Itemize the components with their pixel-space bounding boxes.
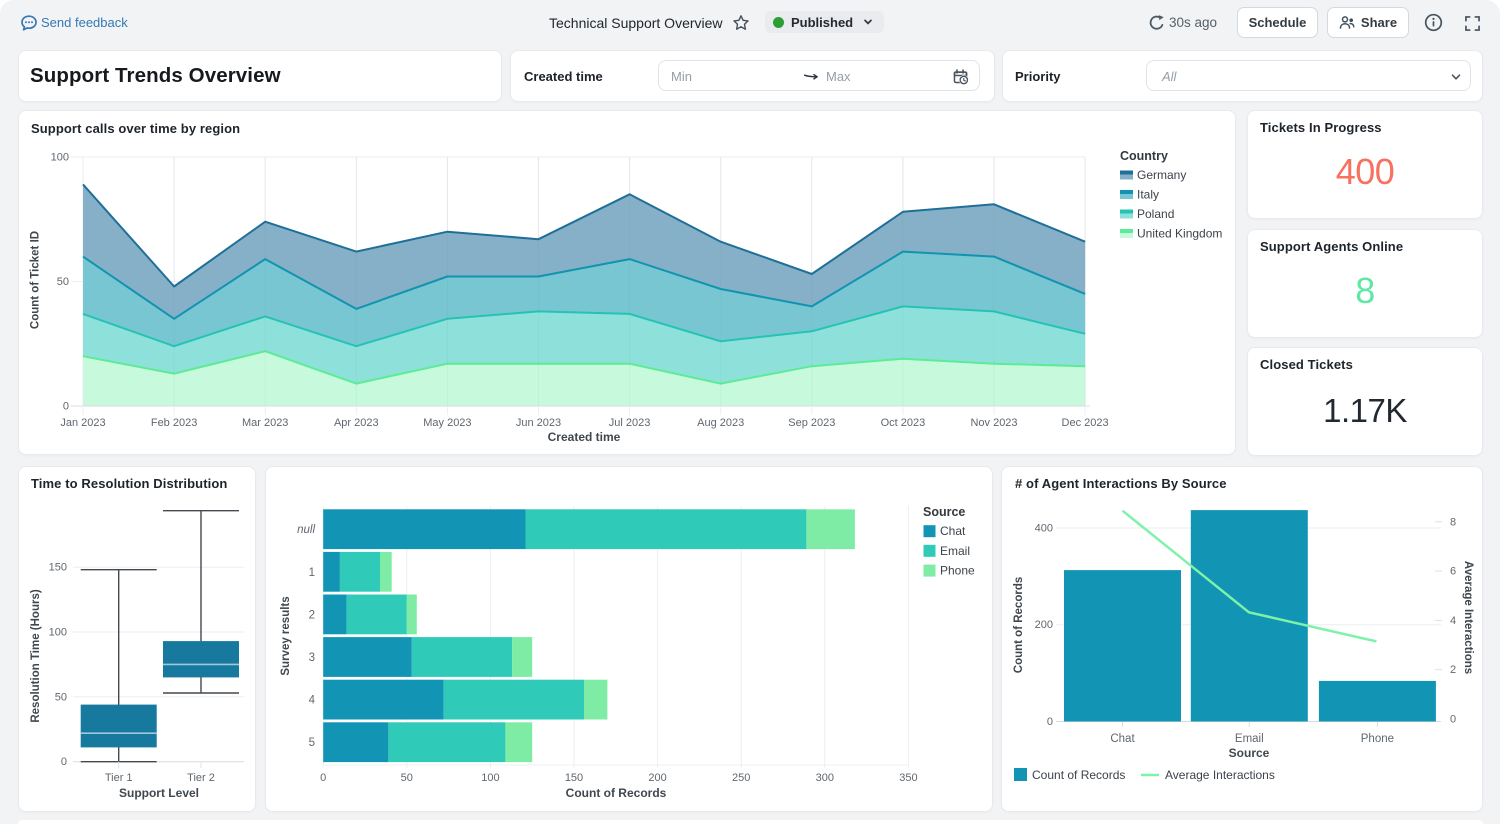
svg-text:0: 0 bbox=[1047, 716, 1053, 728]
svg-text:Tier 2: Tier 2 bbox=[187, 772, 215, 784]
svg-text:Created time: Created time bbox=[548, 430, 621, 444]
svg-text:Source: Source bbox=[1229, 746, 1270, 760]
svg-text:Phone: Phone bbox=[940, 564, 975, 578]
svg-text:100: 100 bbox=[481, 772, 499, 784]
svg-text:3: 3 bbox=[309, 652, 315, 664]
svg-text:Feb 2023: Feb 2023 bbox=[151, 417, 197, 429]
svg-text:Support Level: Support Level bbox=[119, 786, 199, 800]
svg-text:4: 4 bbox=[1450, 615, 1456, 627]
svg-text:250: 250 bbox=[732, 772, 750, 784]
svg-text:Apr 2023: Apr 2023 bbox=[334, 417, 379, 429]
svg-text:United Kingdom: United Kingdom bbox=[1137, 227, 1222, 241]
svg-text:0: 0 bbox=[320, 772, 326, 784]
svg-text:50: 50 bbox=[401, 772, 413, 784]
svg-text:4: 4 bbox=[309, 695, 316, 707]
svg-text:Jan 2023: Jan 2023 bbox=[60, 417, 105, 429]
svg-text:400: 400 bbox=[1035, 523, 1053, 535]
svg-text:0: 0 bbox=[61, 756, 67, 768]
svg-text:200: 200 bbox=[1035, 619, 1053, 631]
svg-text:6: 6 bbox=[1450, 566, 1456, 578]
svg-text:Aug 2023: Aug 2023 bbox=[697, 417, 744, 429]
svg-text:Dec 2023: Dec 2023 bbox=[1062, 417, 1109, 429]
svg-text:150: 150 bbox=[49, 562, 67, 574]
svg-text:150: 150 bbox=[565, 772, 583, 784]
svg-text:Chat: Chat bbox=[940, 524, 966, 538]
svg-text:Average Interactions: Average Interactions bbox=[1462, 561, 1474, 674]
svg-text:Jul 2023: Jul 2023 bbox=[609, 417, 651, 429]
svg-text:Jun 2023: Jun 2023 bbox=[516, 417, 561, 429]
svg-text:1: 1 bbox=[309, 567, 315, 579]
svg-text:2: 2 bbox=[309, 609, 315, 621]
svg-text:Italy: Italy bbox=[1137, 188, 1159, 202]
svg-text:Chat: Chat bbox=[1110, 733, 1135, 745]
svg-text:Sep 2023: Sep 2023 bbox=[788, 417, 835, 429]
svg-text:Tier 1: Tier 1 bbox=[105, 772, 133, 784]
svg-text:Count of Records: Count of Records bbox=[566, 786, 667, 800]
svg-text:Poland: Poland bbox=[1137, 207, 1174, 221]
svg-text:Count of Records: Count of Records bbox=[1032, 768, 1125, 782]
svg-text:Email: Email bbox=[940, 544, 970, 558]
svg-text:Average Interactions: Average Interactions bbox=[1165, 768, 1275, 782]
svg-text:Phone: Phone bbox=[1361, 733, 1394, 745]
svg-text:Germany: Germany bbox=[1137, 168, 1186, 182]
svg-text:Count of Records: Count of Records bbox=[1013, 577, 1025, 673]
svg-text:50: 50 bbox=[57, 276, 69, 288]
svg-text:null: null bbox=[297, 524, 315, 536]
svg-text:Count of Ticket ID: Count of Ticket ID bbox=[30, 231, 42, 329]
svg-text:0: 0 bbox=[63, 401, 69, 413]
svg-text:2: 2 bbox=[1450, 664, 1456, 676]
svg-text:Survey results: Survey results bbox=[280, 596, 292, 675]
svg-text:Source: Source bbox=[923, 505, 965, 519]
svg-text:Nov 2023: Nov 2023 bbox=[970, 417, 1017, 429]
svg-text:200: 200 bbox=[648, 772, 666, 784]
svg-text:Oct 2023: Oct 2023 bbox=[881, 417, 926, 429]
svg-text:100: 100 bbox=[49, 627, 67, 639]
svg-text:Resolution Time (Hours): Resolution Time (Hours) bbox=[30, 589, 42, 722]
svg-text:Mar 2023: Mar 2023 bbox=[242, 417, 288, 429]
svg-text:May 2023: May 2023 bbox=[423, 417, 471, 429]
svg-text:100: 100 bbox=[51, 152, 69, 164]
svg-text:350: 350 bbox=[899, 772, 917, 784]
svg-text:300: 300 bbox=[816, 772, 834, 784]
svg-text:Email: Email bbox=[1235, 733, 1264, 745]
svg-text:Country: Country bbox=[1120, 149, 1168, 163]
svg-text:5: 5 bbox=[309, 737, 315, 749]
svg-text:8: 8 bbox=[1450, 516, 1456, 528]
svg-text:50: 50 bbox=[55, 691, 67, 703]
svg-text:0: 0 bbox=[1450, 714, 1456, 726]
